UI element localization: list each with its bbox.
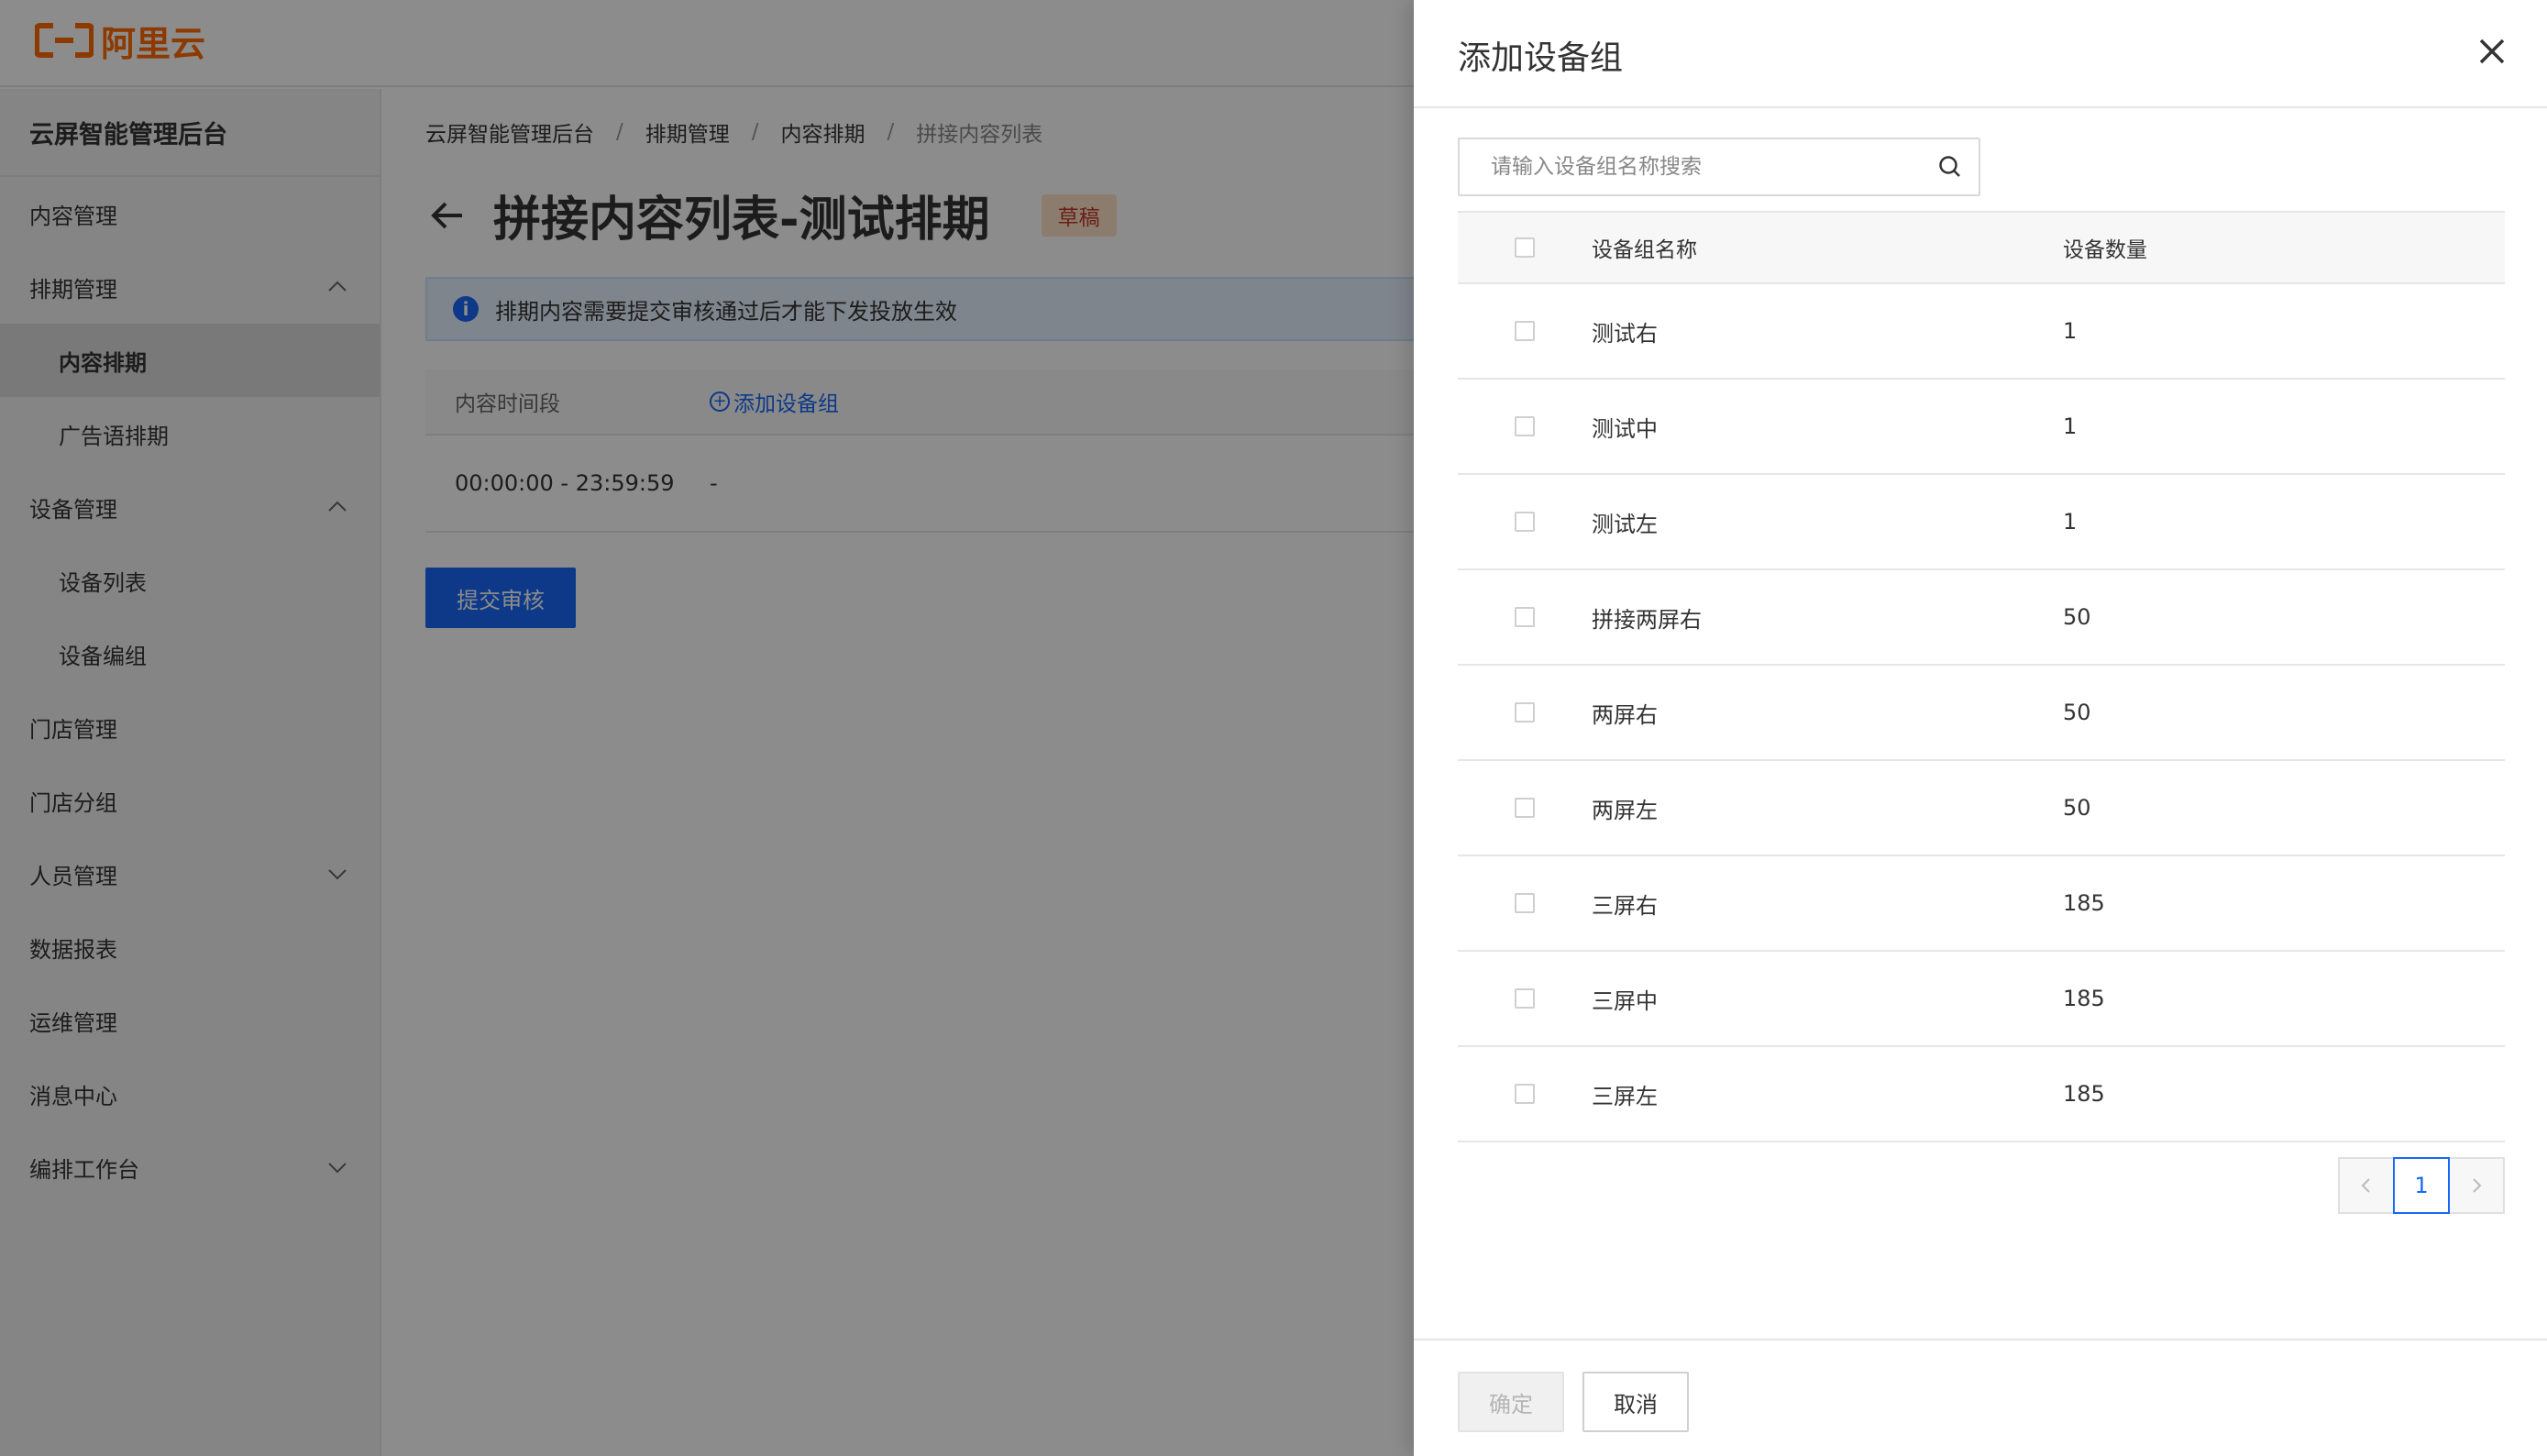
device-count: 1 bbox=[2063, 509, 2078, 535]
select-all-checkbox[interactable] bbox=[1515, 237, 1535, 258]
device-group-rows: 测试右 1 测试中 1 测试左 1 拼接两屏右 50 两屏右 50 两屏左 50 三屏右 185 三屏中 18… bbox=[1458, 284, 2505, 1142]
device-group-name: 三屏左 bbox=[1592, 1083, 1658, 1109]
row-checkbox[interactable] bbox=[1515, 607, 1535, 627]
close-icon[interactable] bbox=[2474, 33, 2510, 70]
table-row[interactable]: 三屏右 185 bbox=[1458, 856, 2505, 952]
row-checkbox[interactable] bbox=[1515, 321, 1535, 341]
device-group-name: 两屏右 bbox=[1592, 701, 1658, 728]
device-group-name: 测试中 bbox=[1592, 415, 1658, 442]
drawer-header: 添加设备组 bbox=[1414, 0, 2547, 108]
table-row[interactable]: 三屏左 185 bbox=[1458, 1047, 2505, 1142]
device-count: 50 bbox=[2063, 795, 2091, 821]
device-group-name: 测试右 bbox=[1592, 320, 1658, 347]
pagination: 1 bbox=[2338, 1157, 2505, 1214]
device-count: 185 bbox=[2063, 1081, 2105, 1107]
device-group-name: 三屏中 bbox=[1592, 987, 1658, 1014]
search-input[interactable] bbox=[1460, 139, 1936, 194]
next-page-button[interactable] bbox=[2448, 1157, 2505, 1214]
device-count: 185 bbox=[2063, 986, 2105, 1011]
drawer-title: 添加设备组 bbox=[1458, 39, 1624, 77]
search-icon[interactable] bbox=[1936, 153, 1964, 181]
device-group-name: 三屏右 bbox=[1592, 892, 1658, 919]
table-row[interactable]: 两屏左 50 bbox=[1458, 761, 2505, 856]
table-row[interactable]: 拼接两屏右 50 bbox=[1458, 570, 2505, 666]
row-checkbox[interactable] bbox=[1515, 798, 1535, 818]
column-header-name: 设备组名称 bbox=[1592, 238, 1697, 262]
table-row[interactable]: 测试中 1 bbox=[1458, 380, 2505, 475]
table-row[interactable]: 两屏右 50 bbox=[1458, 666, 2505, 761]
row-checkbox[interactable] bbox=[1515, 416, 1535, 436]
device-count: 50 bbox=[2063, 604, 2091, 630]
row-checkbox[interactable] bbox=[1515, 988, 1535, 1009]
device-count: 50 bbox=[2063, 700, 2091, 725]
chevron-left-icon bbox=[2361, 1178, 2370, 1193]
column-header-count: 设备数量 bbox=[2063, 238, 2147, 262]
chevron-right-icon bbox=[2473, 1178, 2482, 1193]
search-box bbox=[1458, 138, 1980, 196]
device-count: 185 bbox=[2063, 890, 2105, 916]
device-group-table: 设备组名称 设备数量 测试右 1 测试中 1 测试左 1 拼接两屏右 50 两屏右 50 两屏左 50… bbox=[1458, 211, 2505, 1142]
device-group-name: 拼接两屏右 bbox=[1592, 606, 1702, 633]
device-group-table-header: 设备组名称 设备数量 bbox=[1458, 211, 2505, 284]
row-checkbox[interactable] bbox=[1515, 1084, 1535, 1104]
page-number-button[interactable]: 1 bbox=[2393, 1157, 2450, 1214]
row-checkbox[interactable] bbox=[1515, 512, 1535, 532]
device-count: 1 bbox=[2063, 414, 2078, 439]
drawer-footer: 确定 取消 bbox=[1414, 1339, 2547, 1456]
device-group-name: 两屏左 bbox=[1592, 797, 1658, 823]
add-device-group-drawer: 添加设备组 设备组名称 设备数量 测试右 1 测试中 1 测试左 1 拼接两屏右 50 两屏右 5… bbox=[1414, 0, 2547, 1456]
table-row[interactable]: 测试左 1 bbox=[1458, 475, 2505, 570]
table-row[interactable]: 测试右 1 bbox=[1458, 284, 2505, 380]
row-checkbox[interactable] bbox=[1515, 893, 1535, 913]
prev-page-button[interactable] bbox=[2338, 1157, 2395, 1214]
table-row[interactable]: 三屏中 185 bbox=[1458, 952, 2505, 1047]
confirm-button[interactable]: 确定 bbox=[1458, 1372, 1564, 1432]
modal-overlay[interactable] bbox=[0, 0, 1414, 1456]
device-count: 1 bbox=[2063, 318, 2078, 344]
cancel-button[interactable]: 取消 bbox=[1582, 1372, 1689, 1432]
row-checkbox[interactable] bbox=[1515, 702, 1535, 722]
device-group-name: 测试左 bbox=[1592, 511, 1658, 537]
